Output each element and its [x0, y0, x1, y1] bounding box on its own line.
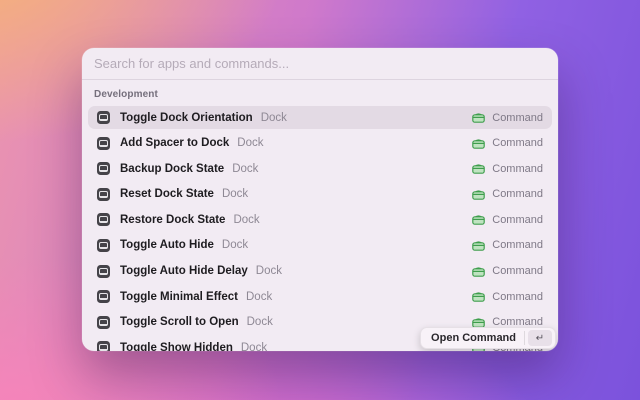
dock-app-icon	[97, 137, 110, 150]
command-title: Toggle Minimal Effect	[120, 291, 238, 303]
command-title: Toggle Dock Orientation	[120, 112, 253, 124]
command-subtitle: Dock	[241, 342, 267, 351]
dock-extension-icon	[472, 163, 485, 174]
command-title: Toggle Scroll to Open	[120, 316, 239, 328]
list-item[interactable]: Add Spacer to Dock Dock Command	[88, 132, 552, 155]
list-item[interactable]: Toggle Dock Orientation Dock Command	[88, 106, 552, 129]
hint-divider	[524, 331, 525, 345]
command-title: Toggle Show Hidden	[120, 342, 233, 351]
dock-app-icon	[97, 265, 110, 278]
command-title: Toggle Auto Hide Delay	[120, 265, 248, 277]
open-command-label: Open Command	[431, 332, 516, 344]
command-subtitle: Dock	[247, 316, 273, 328]
section-header: Development	[88, 80, 552, 106]
dock-extension-icon	[472, 291, 485, 302]
command-type-label: Command	[492, 265, 543, 277]
dock-app-icon	[97, 188, 110, 201]
command-type-label: Command	[492, 214, 543, 226]
dock-app-icon	[97, 213, 110, 226]
launcher-window: Development Toggle Dock Orientation Dock…	[82, 48, 558, 351]
dock-extension-icon	[472, 138, 485, 149]
command-subtitle: Dock	[256, 265, 282, 277]
command-subtitle: Dock	[233, 214, 259, 226]
dock-app-icon	[97, 239, 110, 252]
open-command-hint[interactable]: Open Command ↵	[420, 327, 556, 349]
list-item[interactable]: Reset Dock State Dock Command	[88, 183, 552, 206]
results-area: Development Toggle Dock Orientation Dock…	[82, 80, 558, 351]
dock-extension-icon	[472, 214, 485, 225]
command-subtitle: Dock	[237, 137, 263, 149]
dock-extension-icon	[472, 240, 485, 251]
dock-app-icon	[97, 111, 110, 124]
command-subtitle: Dock	[261, 112, 287, 124]
dock-app-icon	[97, 316, 110, 329]
command-title: Add Spacer to Dock	[120, 137, 229, 149]
search-bar[interactable]	[82, 48, 558, 79]
command-list: Toggle Dock Orientation Dock Command Add…	[88, 106, 552, 351]
dock-extension-icon	[472, 189, 485, 200]
command-type-label: Command	[492, 137, 543, 149]
list-item[interactable]: Backup Dock State Dock Command	[88, 157, 552, 180]
list-item[interactable]: Toggle Auto Hide Delay Dock Command	[88, 260, 552, 283]
dock-app-icon	[97, 290, 110, 303]
list-item[interactable]: Toggle Minimal Effect Dock Command	[88, 285, 552, 308]
command-type-label: Command	[492, 239, 543, 251]
search-input[interactable]	[94, 56, 546, 71]
command-subtitle: Dock	[246, 291, 272, 303]
command-title: Reset Dock State	[120, 188, 214, 200]
command-type-label: Command	[492, 188, 543, 200]
list-item[interactable]: Toggle Auto Hide Dock Command	[88, 234, 552, 257]
command-type-label: Command	[492, 163, 543, 175]
command-subtitle: Dock	[232, 163, 258, 175]
command-subtitle: Dock	[222, 239, 248, 251]
command-title: Toggle Auto Hide	[120, 239, 214, 251]
command-type-label: Command	[492, 291, 543, 303]
enter-key-icon: ↵	[528, 330, 552, 346]
command-type-label: Command	[492, 112, 543, 124]
list-item[interactable]: Restore Dock State Dock Command	[88, 208, 552, 231]
desktop-background: { "search": { "placeholder": "Search for…	[0, 0, 640, 400]
dock-app-icon	[97, 341, 110, 351]
dock-app-icon	[97, 162, 110, 175]
command-title: Restore Dock State	[120, 214, 225, 226]
dock-extension-icon	[472, 112, 485, 123]
dock-extension-icon	[472, 266, 485, 277]
command-subtitle: Dock	[222, 188, 248, 200]
command-title: Backup Dock State	[120, 163, 224, 175]
